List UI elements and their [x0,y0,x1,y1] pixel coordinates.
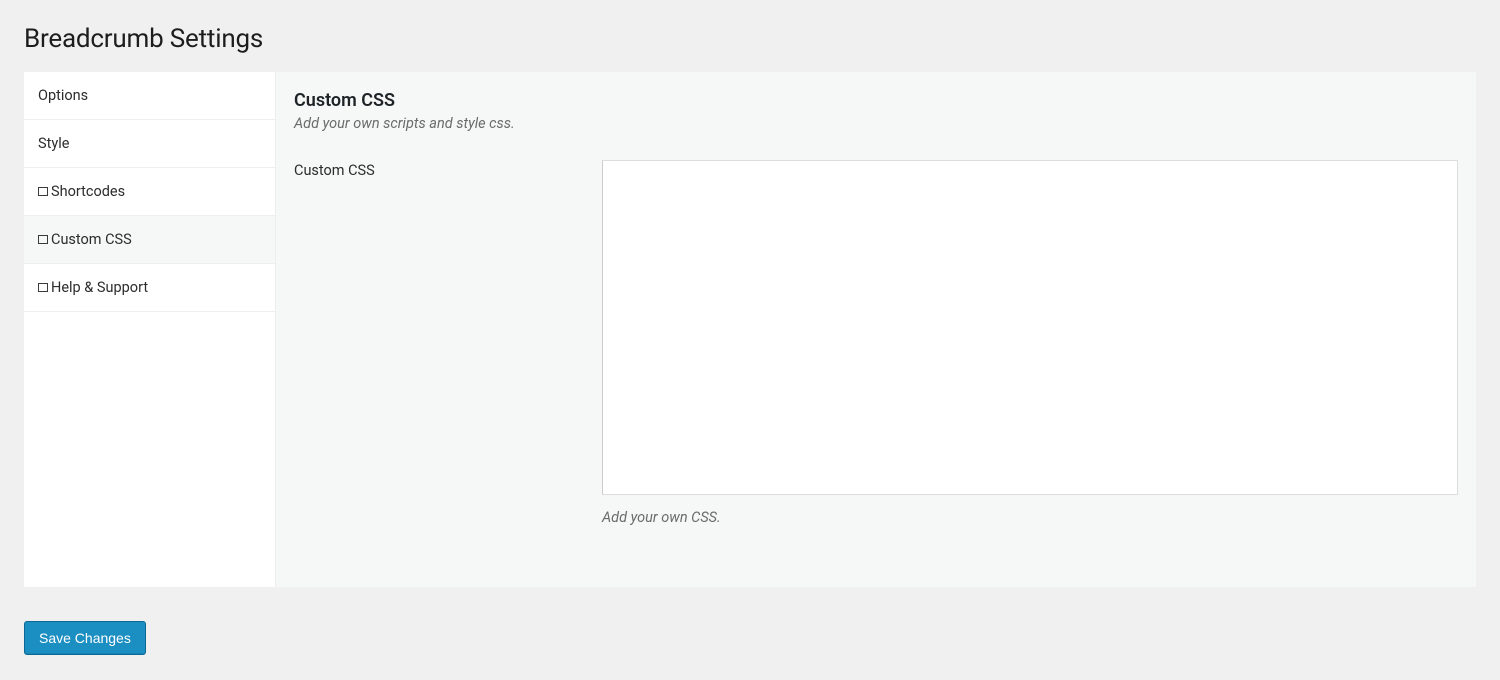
tab-shortcodes[interactable]: Shortcodes [24,168,275,216]
tab-style[interactable]: Style [24,120,275,168]
submit-row: Save Changes [24,621,1476,655]
section-description: Add your own scripts and style css. [294,115,1458,132]
box-icon [38,283,48,292]
field-control: Add your own CSS. [602,160,1458,526]
tabs-list: Options Style Shortcodes Custom CSS Help… [24,72,276,587]
field-help-text: Add your own CSS. [602,509,1458,526]
tab-label: Help & Support [51,279,148,296]
content-area: Custom CSS Add your own scripts and styl… [276,72,1476,587]
tab-help-support[interactable]: Help & Support [24,264,275,312]
field-row-custom-css: Custom CSS Add your own CSS. [294,160,1458,526]
tab-custom-css[interactable]: Custom CSS [24,216,275,264]
field-label: Custom CSS [294,160,602,179]
settings-panel: Options Style Shortcodes Custom CSS Help… [24,72,1476,587]
tab-label: Shortcodes [51,183,125,200]
box-icon [38,235,48,244]
page-title: Breadcrumb Settings [24,24,1476,54]
tab-options[interactable]: Options [24,72,275,120]
tab-label: Custom CSS [51,231,132,248]
tab-label: Style [38,135,69,152]
tab-label: Options [38,87,88,104]
section-title: Custom CSS [294,90,1458,111]
box-icon [38,187,48,196]
save-changes-button[interactable]: Save Changes [24,621,146,655]
custom-css-textarea[interactable] [602,160,1458,495]
